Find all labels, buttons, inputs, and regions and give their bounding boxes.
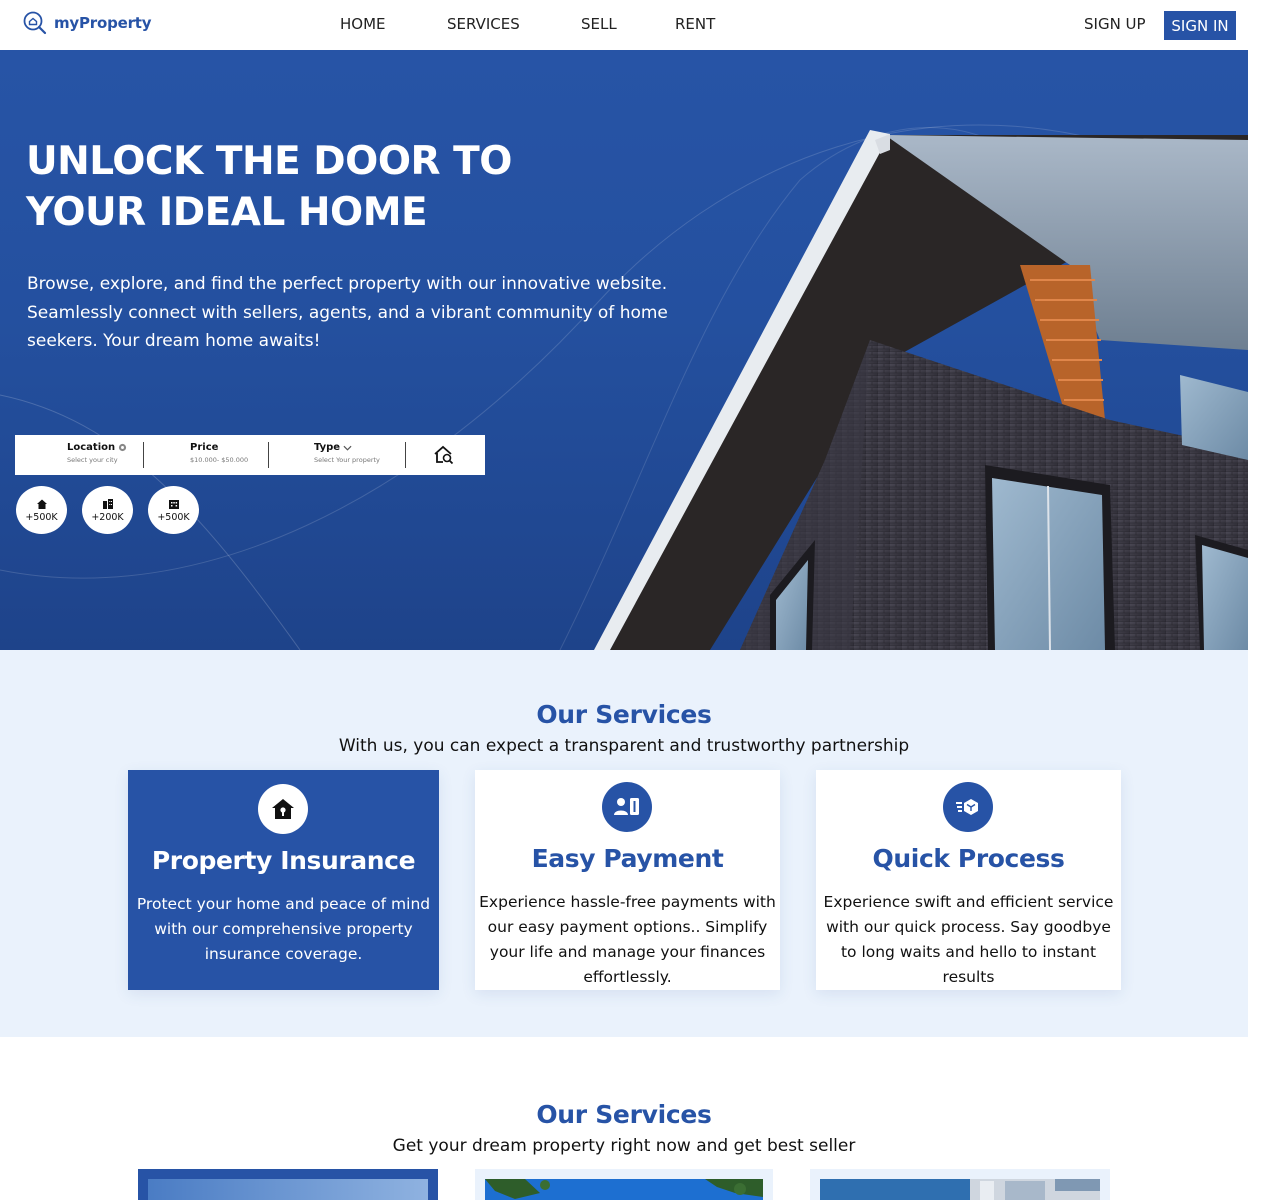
nav-home[interactable]: HOME xyxy=(340,15,386,33)
buildings-icon xyxy=(102,498,113,509)
type-subtext: Select Your property xyxy=(314,456,380,464)
payment-user-icon xyxy=(602,782,652,832)
property-image xyxy=(820,1179,1100,1200)
card-title: Easy Payment xyxy=(531,844,724,873)
card-text: Protect your home and peace of mind with… xyxy=(136,895,431,963)
services-section: Our Services With us, you can expect a t… xyxy=(0,650,1248,1037)
search-divider xyxy=(405,442,406,468)
section-subtitle: Get your dream property right now and ge… xyxy=(392,1136,856,1156)
property-image xyxy=(148,1179,428,1200)
price-label: Price xyxy=(190,442,219,453)
service-card-easy-payment[interactable]: Easy Payment Experience hassle-free paym… xyxy=(475,770,780,990)
apartment-icon xyxy=(168,499,179,509)
type-field[interactable]: Type Select Your property xyxy=(314,442,380,464)
stat-houses: +500K xyxy=(16,486,67,534)
stat-value: +500K xyxy=(157,511,190,523)
chevron-down-icon xyxy=(343,445,352,451)
nav-rent[interactable]: RENT xyxy=(675,15,715,33)
house-icon xyxy=(36,499,47,509)
property-card[interactable] xyxy=(810,1169,1110,1200)
signup-link[interactable]: SIGN UP xyxy=(1084,15,1146,33)
logo[interactable]: myProperty xyxy=(22,10,152,36)
card-title: Property Insurance xyxy=(151,846,416,875)
signin-button[interactable]: SIGN IN xyxy=(1164,11,1236,40)
card-title: Quick Process xyxy=(872,844,1065,873)
location-label: Location xyxy=(67,442,116,453)
property-image xyxy=(485,1179,763,1200)
location-pin-icon xyxy=(119,443,127,452)
service-card-quick-process[interactable]: Quick Process Experience swift and effic… xyxy=(816,770,1121,990)
property-card[interactable] xyxy=(475,1169,773,1200)
building-photo xyxy=(594,130,1248,650)
type-label: Type xyxy=(314,442,341,453)
house-lock-icon xyxy=(258,784,308,834)
card-text: Experience swift and efficient service w… xyxy=(823,893,1114,986)
location-subtext: Select your city xyxy=(67,456,118,464)
service-card-property-insurance[interactable]: Property Insurance Protect your home and… xyxy=(128,770,439,990)
property-card[interactable] xyxy=(138,1169,438,1200)
stat-value: +500K xyxy=(25,511,58,523)
section-title: Our Services xyxy=(536,1100,712,1129)
nav-services[interactable]: SERVICES xyxy=(447,15,520,33)
navbar: myProperty HOME SERVICES SELL RENT SIGN … xyxy=(0,0,1248,50)
hero-description: Browse, explore, and find the perfect pr… xyxy=(27,274,668,351)
section-subtitle: With us, you can expect a transparent an… xyxy=(338,736,910,756)
price-subtext: $10.000- $50.000 xyxy=(190,456,249,464)
nav-sell[interactable]: SELL xyxy=(581,15,617,33)
location-field[interactable]: Location Select your city xyxy=(67,442,127,464)
stat-buildings: +200K xyxy=(82,486,133,534)
price-field[interactable]: Price $10.000- $50.000 xyxy=(190,442,248,464)
property-search-bar: Location Select your city Price $10.000-… xyxy=(15,435,485,475)
home-search-logo-icon xyxy=(23,11,47,35)
search-divider xyxy=(268,442,269,468)
home-search-icon[interactable] xyxy=(433,444,455,466)
services-section-2: Our Services Get your dream property rig… xyxy=(0,1037,1248,1200)
section-title: Our Services xyxy=(536,700,712,729)
brand-name: myProperty xyxy=(54,14,152,32)
stat-apartments: +500K xyxy=(148,486,199,534)
hero-title: UNLOCK THE DOOR TO YOUR IDEAL HOME xyxy=(26,139,512,235)
hero-section: UNLOCK THE DOOR TO YOUR IDEAL HOME Brows… xyxy=(0,50,1248,650)
stat-value: +200K xyxy=(91,511,124,523)
card-text: Experience hassle-free payments with our… xyxy=(479,893,776,986)
search-divider xyxy=(143,442,144,468)
fast-delivery-icon xyxy=(943,782,993,832)
